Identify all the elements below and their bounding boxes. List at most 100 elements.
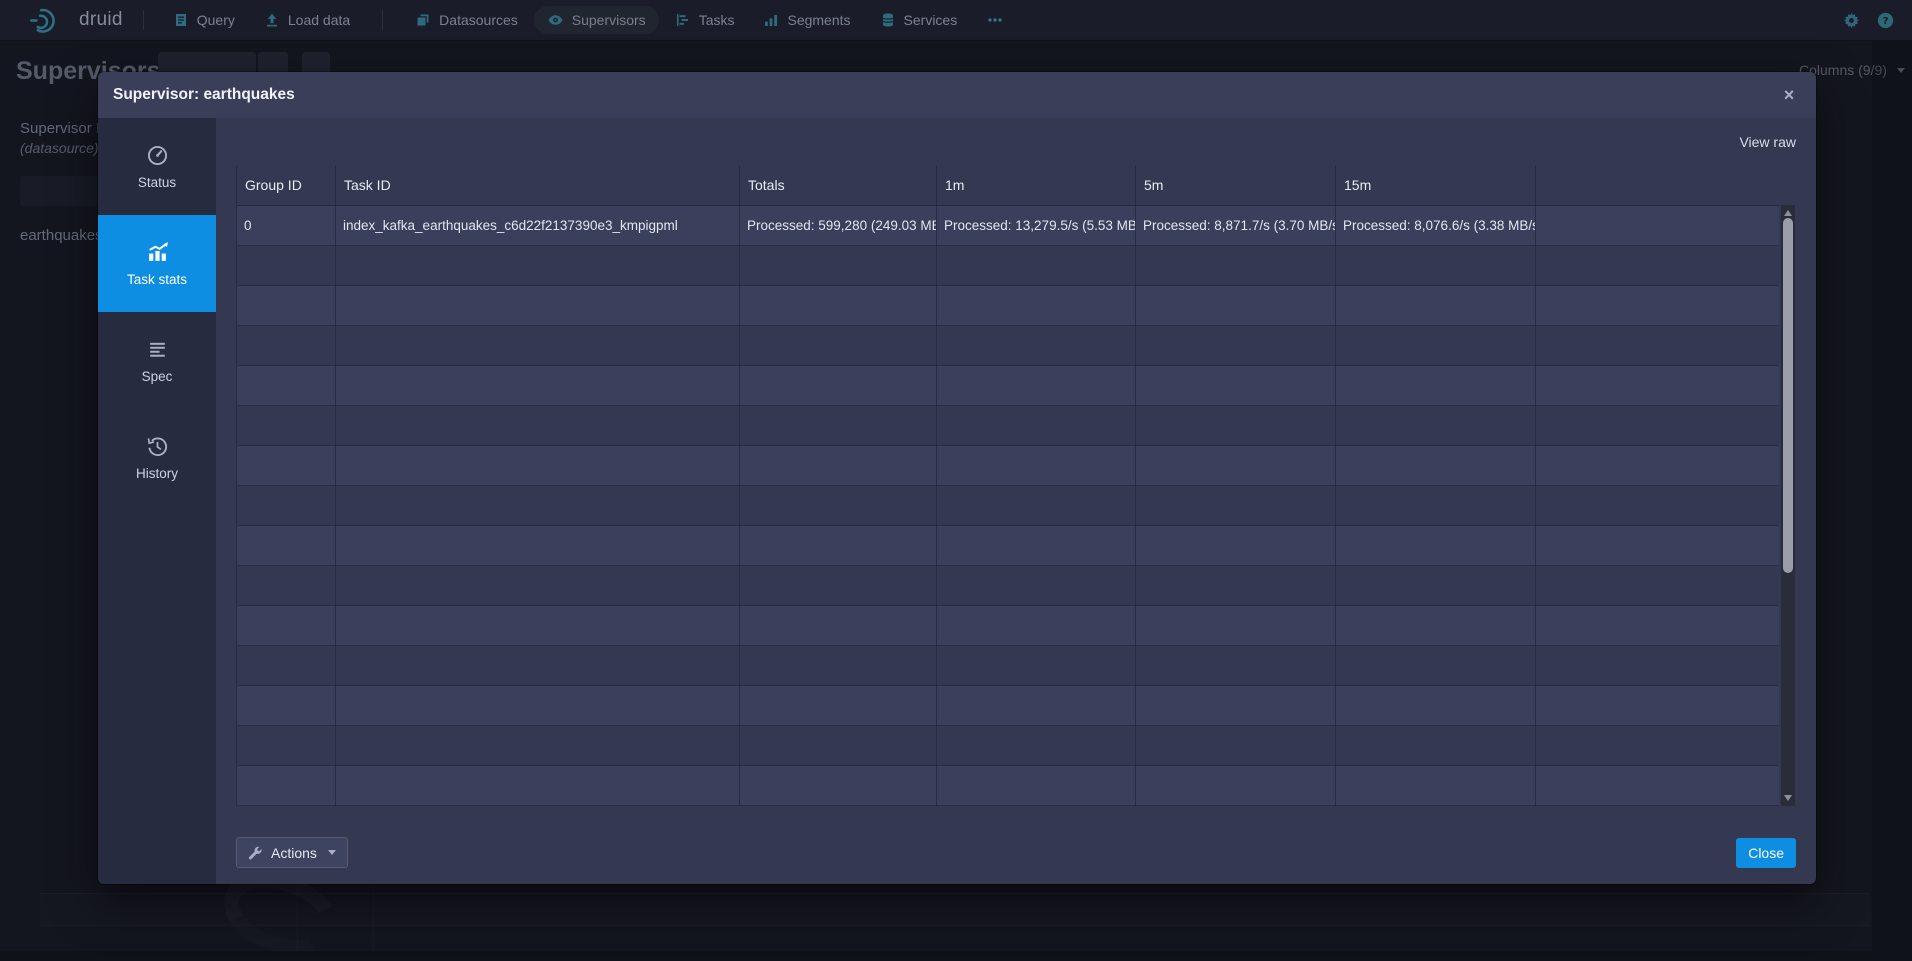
cell-empty xyxy=(1336,525,1536,565)
cell-empty xyxy=(1336,445,1536,485)
nav-item-tasks[interactable]: Tasks xyxy=(662,6,748,34)
cell-empty xyxy=(1136,325,1336,365)
close-icon[interactable]: × xyxy=(1776,82,1802,108)
dialog-body: Status Task stats Spec History View raw Gro… xyxy=(98,118,1816,884)
cell-empty xyxy=(237,685,336,725)
column-header-filler xyxy=(1536,166,1780,205)
brand-name: druid xyxy=(79,9,123,31)
cell-empty xyxy=(336,285,740,325)
bg-footer-strip xyxy=(0,951,1912,961)
table-row-empty xyxy=(237,245,1780,285)
table-row-empty xyxy=(237,365,1780,405)
druid-logo[interactable]: druid xyxy=(28,6,123,34)
close-button[interactable]: Close xyxy=(1736,838,1796,868)
cell-empty xyxy=(336,445,740,485)
nav-item-more[interactable] xyxy=(973,6,1017,34)
cell-empty xyxy=(237,365,336,405)
top-nav: druid QueryLoad data DatasourcesSuperviso… xyxy=(0,0,1912,41)
dialog-title: Supervisor: earthquakes xyxy=(113,86,295,104)
nav-item-label: Services xyxy=(904,12,958,28)
view-raw-link[interactable]: View raw xyxy=(1739,134,1796,150)
column-header-1m[interactable]: 1m xyxy=(937,166,1136,205)
cell-empty xyxy=(937,245,1136,285)
scroll-up-arrow-icon[interactable] xyxy=(1784,210,1792,216)
nav-item-query[interactable]: Query xyxy=(160,6,248,34)
status-gauge-icon xyxy=(146,144,169,167)
cell-empty xyxy=(1136,485,1336,525)
cell-empty xyxy=(237,445,336,485)
tab-history[interactable]: History xyxy=(98,409,216,506)
cell-empty xyxy=(1136,685,1336,725)
cell-empty xyxy=(336,765,740,805)
cell-empty xyxy=(1536,605,1780,645)
actions-button-label: Actions xyxy=(271,845,317,861)
cell-15m: Processed: 8,076.6/s (3.38 MB/s) xyxy=(1336,205,1536,245)
gear-icon[interactable] xyxy=(1843,12,1860,29)
table-row-empty xyxy=(237,765,1780,805)
scrollbar-thumb[interactable] xyxy=(1783,218,1793,573)
bg-toolbar-button[interactable] xyxy=(302,52,330,74)
column-header-15m[interactable]: 15m xyxy=(1336,166,1536,205)
cell-empty xyxy=(740,725,937,765)
nav-item-supervisors[interactable]: Supervisors xyxy=(534,6,659,34)
column-header-task-id[interactable]: Task ID xyxy=(336,166,740,205)
nav-item-datasources[interactable]: Datasources xyxy=(402,6,531,34)
cell-empty xyxy=(1336,285,1536,325)
tasks-icon xyxy=(675,12,691,28)
help-icon[interactable]: ? xyxy=(1877,12,1894,29)
cell-empty xyxy=(1136,405,1336,445)
column-header-5m[interactable]: 5m xyxy=(1136,166,1336,205)
cell-empty xyxy=(740,685,937,725)
nav-item-load-data[interactable]: Load data xyxy=(251,6,363,34)
datasources-icon xyxy=(415,12,431,28)
table-row-empty xyxy=(237,325,1780,365)
cell-empty xyxy=(237,285,336,325)
tab-spec[interactable]: Spec xyxy=(98,312,216,409)
query-icon xyxy=(173,12,189,28)
cell-empty xyxy=(1536,565,1780,605)
druid-logo-icon xyxy=(28,6,70,34)
task-stats-chart-icon xyxy=(146,241,169,264)
bg-toolbar-button[interactable] xyxy=(158,52,256,74)
cell-empty xyxy=(1336,325,1536,365)
tab-label: Task stats xyxy=(127,272,187,287)
cell-empty xyxy=(937,725,1136,765)
cell-empty xyxy=(740,765,937,805)
bg-column-line xyxy=(373,884,374,951)
cell-empty xyxy=(740,645,937,685)
cell-empty xyxy=(1136,525,1336,565)
svg-text:?: ? xyxy=(1883,16,1889,27)
column-header-group-id[interactable]: Group ID xyxy=(237,166,336,205)
tab-label: Spec xyxy=(142,369,173,384)
services-icon xyxy=(880,12,896,28)
cell-empty xyxy=(1336,725,1536,765)
cell-empty xyxy=(1536,325,1780,365)
cell-empty xyxy=(336,365,740,405)
tab-status[interactable]: Status xyxy=(98,118,216,215)
cell-empty xyxy=(237,605,336,645)
table-row-empty xyxy=(237,725,1780,765)
cell-empty xyxy=(237,405,336,445)
cell-empty xyxy=(237,565,336,605)
cell-empty xyxy=(740,485,937,525)
cell-empty xyxy=(740,565,937,605)
load-data-icon xyxy=(264,12,280,28)
cell-task-id: index_kafka_earthquakes_c6d22f2137390e3_… xyxy=(336,205,740,245)
history-clock-icon xyxy=(146,435,169,458)
task-stats-table: Group IDTask IDTotals1m5m15m 0index_kafk… xyxy=(236,166,1779,806)
bg-toolbar-button[interactable] xyxy=(258,52,288,74)
tab-task-stats[interactable]: Task stats xyxy=(98,215,216,312)
cell-empty xyxy=(740,245,937,285)
nav-item-segments[interactable]: Segments xyxy=(750,6,863,34)
actions-button[interactable]: Actions xyxy=(236,837,348,868)
column-header-totals[interactable]: Totals xyxy=(740,166,937,205)
cell-empty xyxy=(1536,485,1780,525)
vertical-scrollbar[interactable] xyxy=(1781,205,1795,806)
nav-item-services[interactable]: Services xyxy=(867,6,971,34)
cell-empty xyxy=(1536,405,1780,445)
scroll-down-arrow-icon[interactable] xyxy=(1784,795,1792,801)
table-row-empty xyxy=(237,285,1780,325)
cell-empty xyxy=(336,325,740,365)
table-row-empty xyxy=(237,445,1780,485)
table-row-empty xyxy=(237,525,1780,565)
